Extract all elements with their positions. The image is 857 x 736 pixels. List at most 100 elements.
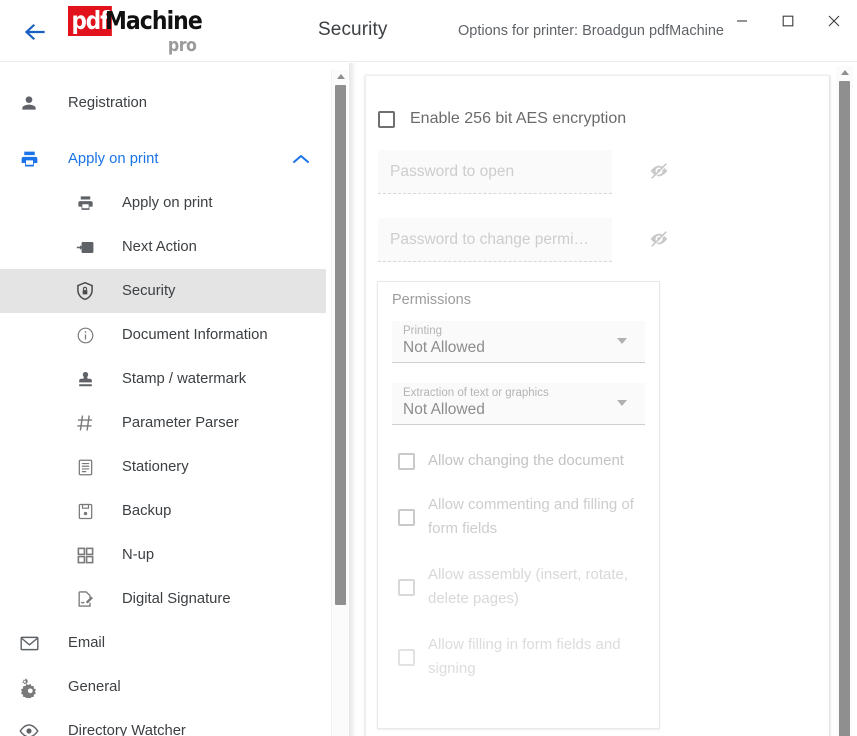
caret-down-icon [617,400,627,406]
gears-icon [12,676,46,698]
sidebar-item-security[interactable]: Security [0,269,326,313]
allow-assembly-row[interactable]: Allow assembly (insert, rotate, delete p… [398,563,659,611]
allow-changing-document-label: Allow changing the document [428,452,624,469]
toggle-password-permissions-visibility[interactable] [646,226,672,252]
extraction-permission-select[interactable]: Extraction of text or graphics Not Allow… [392,383,645,425]
app-window: pdf Machine pro Security Options for pri… [0,0,857,736]
maximize-button[interactable] [765,0,811,42]
sidebar-item-label: Digital Signature [122,591,231,607]
sidebar-group-label: Apply on print [68,151,159,167]
sidebar-item-apply-on-print[interactable]: Apply on print [0,181,330,225]
back-button[interactable] [20,18,50,46]
stamp-icon [68,370,102,389]
sidebar-item-label: General [68,679,121,695]
eye-icon [12,720,46,736]
allow-commenting-checkbox[interactable] [398,508,415,526]
sidebar-group-apply-on-print[interactable]: Apply on print [0,137,330,181]
triangle-up-icon [840,69,849,75]
enable-encryption-checkbox-row[interactable]: Enable 256 bit AES encryption [378,110,829,128]
scroll-up-button[interactable] [332,70,349,82]
close-icon [828,15,840,27]
printer-icon [68,194,102,213]
password-to-change-permissions-field[interactable]: Password to change permi… [378,218,612,262]
sidebar-item-label: Apply on print [122,195,213,211]
password-to-open-placeholder: Password to open [390,162,515,180]
extraction-permission-label: Extraction of text or graphics [403,387,549,399]
sidebar-item-digital-signature[interactable]: Digital Signature [0,577,330,621]
sidebar-item-directory-watcher[interactable]: Directory Watcher [0,709,330,736]
signature-icon [68,589,102,609]
sidebar-item-label: Backup [122,503,172,519]
shield-lock-icon [68,281,102,301]
sidebar-item-label: Parameter Parser [122,415,239,431]
sidebar-item-general[interactable]: General [0,665,330,709]
allow-filling-forms-row[interactable]: Allow filling in form fields and signing [398,633,659,681]
sidebar-item-stationery[interactable]: Stationery [0,445,330,489]
sidebar-item-label: Stationery [122,459,189,475]
sidebar-item-stamp-watermark[interactable]: Stamp / watermark [0,357,330,401]
sidebar-item-next-action[interactable]: Next Action [0,225,330,269]
allow-assembly-checkbox[interactable] [398,578,415,596]
person-icon [12,93,46,113]
printing-permission-value: Not Allowed [403,339,485,356]
minimize-button[interactable] [719,0,765,42]
close-button[interactable] [811,0,857,42]
logo-machine-text: Machine [105,6,203,35]
printing-permission-select[interactable]: Printing Not Allowed [392,321,645,363]
allow-changing-document-checkbox[interactable] [398,452,415,470]
password-to-change-permissions-placeholder: Password to change permi… [390,230,590,248]
document-lines-icon [68,458,102,477]
logo-pro-text: pro [167,35,197,56]
permissions-panel: Permissions Printing Not Allowed Extract… [377,281,660,729]
extraction-permission-value: Not Allowed [403,401,485,418]
main-scrollbar[interactable] [836,66,853,736]
allow-filling-forms-checkbox[interactable] [398,648,415,666]
security-settings-card: Enable 256 bit AES encryption Password t… [365,75,830,736]
allow-filling-forms-label: Allow filling in form fields and signing [428,636,621,677]
eye-off-icon [650,163,668,180]
triangle-up-icon [336,73,345,79]
page-title: Security [318,19,388,40]
sidebar-item-label: N-up [122,547,155,563]
sidebar-item-label: Next Action [122,239,197,255]
caret-down-icon [617,338,627,344]
allow-assembly-label: Allow assembly (insert, rotate, delete p… [428,566,629,607]
toggle-password-open-visibility[interactable] [646,158,672,184]
main-scrollbar-thumb[interactable] [839,81,850,736]
printer-icon [12,149,46,170]
allow-commenting-label: Allow commenting and filling of form fie… [428,496,634,537]
password-to-change-permissions-row: Password to change permi… [378,218,798,264]
sidebar-scrollbar[interactable] [331,70,348,736]
sidebar-item-n-up[interactable]: N-up [0,533,330,577]
printing-permission-label: Printing [403,325,442,337]
next-action-icon [68,238,102,257]
hash-icon [68,413,102,433]
printer-info-label: Options for printer: Broadgun pdfMachine [458,23,724,39]
chevron-up-icon[interactable] [292,152,310,170]
envelope-icon [12,633,46,654]
sidebar-scrollbar-thumb[interactable] [335,85,346,605]
sidebar-item-email[interactable]: Email [0,621,330,665]
sidebar-item-parameter-parser[interactable]: Parameter Parser [0,401,330,445]
sidebar-item-label: Security [122,283,176,299]
password-to-open-row: Password to open [378,150,798,196]
enable-encryption-checkbox[interactable] [378,110,395,128]
sidebar-item-registration[interactable]: Registration [0,81,330,125]
info-icon [68,326,102,345]
main-content-area: Enable 256 bit AES encryption Password t… [349,63,857,736]
title-bar: pdf Machine pro Security Options for pri… [0,0,857,62]
grid-squares-icon [68,546,102,565]
app-logo: pdf Machine pro [68,6,203,58]
password-to-open-field[interactable]: Password to open [378,150,612,194]
enable-encryption-label: Enable 256 bit AES encryption [410,110,627,127]
allow-changing-document-row[interactable]: Allow changing the document [398,449,659,473]
main-scroll-up-button[interactable] [836,66,853,78]
permissions-title: Permissions [392,292,471,308]
eye-off-icon [650,231,668,248]
maximize-icon [782,15,794,27]
sidebar-item-backup[interactable]: Backup [0,489,330,533]
sidebar-item-document-information[interactable]: Document Information [0,313,330,357]
arrow-back-icon [24,23,45,41]
save-disk-icon [68,502,102,521]
allow-commenting-row[interactable]: Allow commenting and filling of form fie… [398,493,659,541]
